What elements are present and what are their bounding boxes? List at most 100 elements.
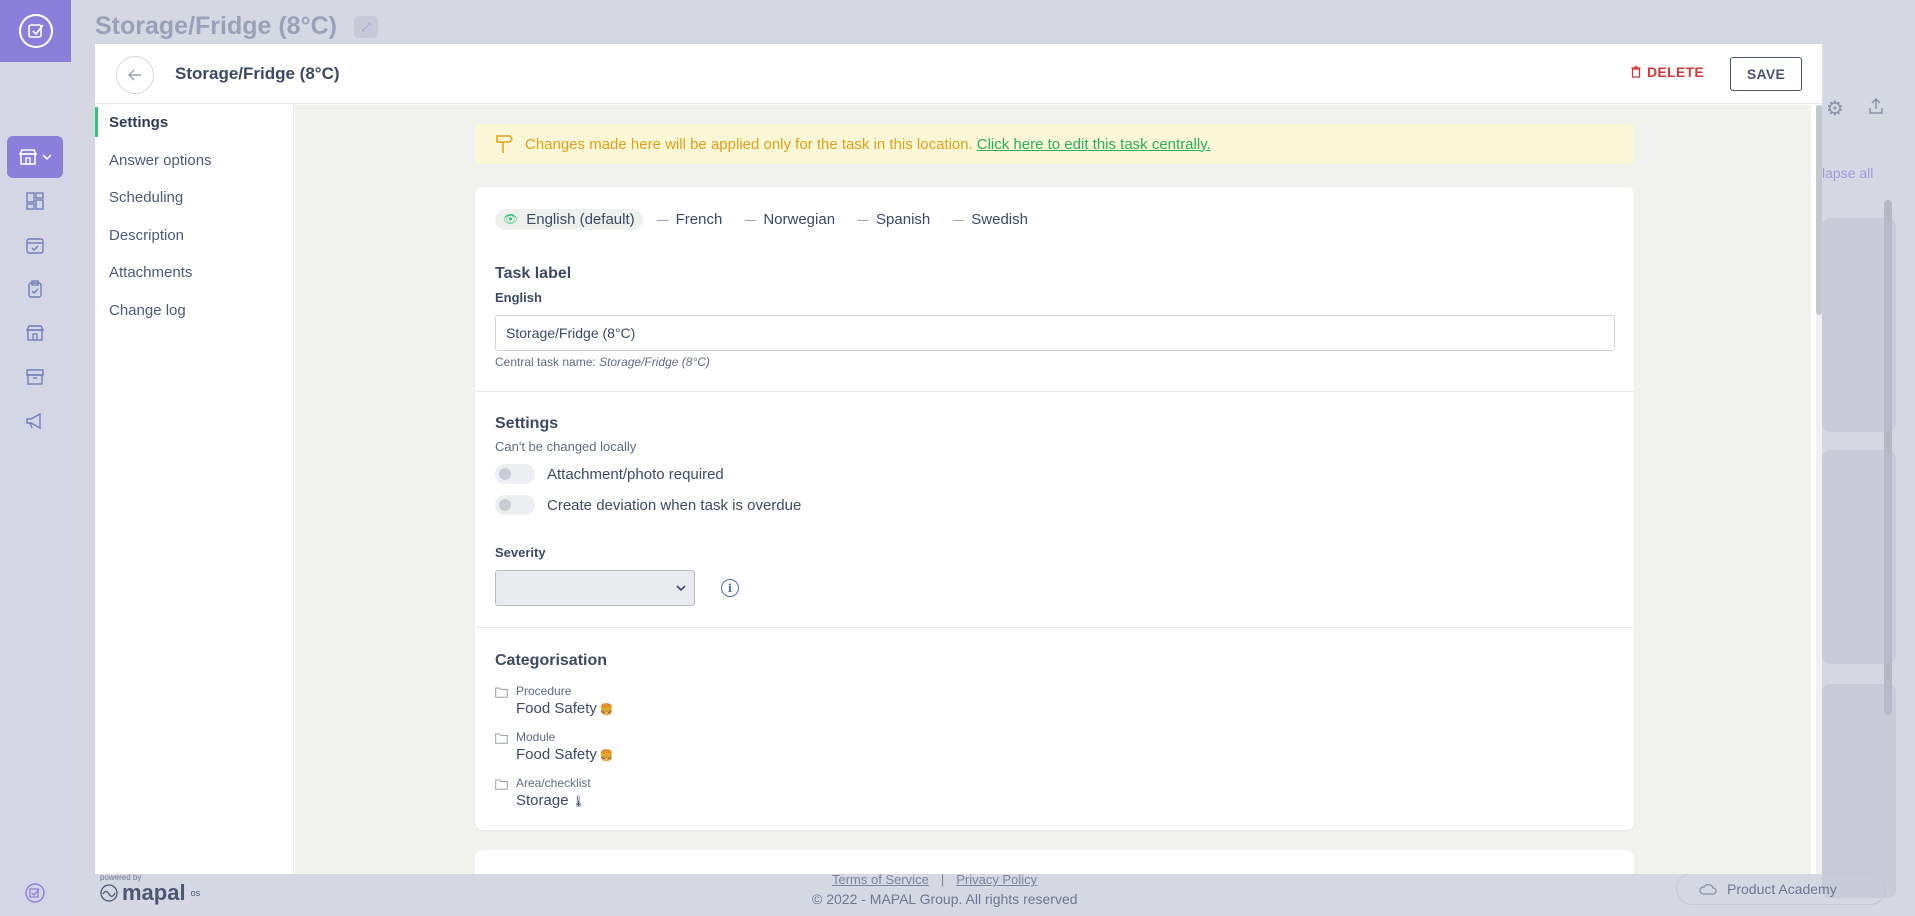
attachment-required-row: Attachment/photo required [495, 464, 724, 484]
category-value: Food Safety [516, 746, 597, 763]
expand-icon[interactable]: ⤢ [354, 16, 378, 38]
task-label-heading: Task label [495, 265, 572, 282]
tab-norwegian[interactable]: --- Norwegian [744, 211, 835, 228]
modal-header: Storage/Fridge (8°C) DELETE SAVE [95, 44, 1822, 104]
brand-text: mapal [122, 880, 186, 905]
folder-icon [495, 733, 508, 744]
wave-icon [100, 884, 118, 902]
calendar-check-icon[interactable] [24, 234, 46, 256]
dash-icon: --- [952, 211, 964, 227]
store-nav-icon[interactable] [24, 322, 46, 344]
chevron-down-icon [676, 585, 686, 592]
divider [475, 391, 1634, 392]
checklist-small-icon[interactable] [24, 882, 46, 904]
edit-centrally-link[interactable]: Click here to edit this task centrally. [977, 136, 1211, 153]
delete-label: DELETE [1647, 64, 1705, 80]
trash-icon [1631, 66, 1641, 78]
terms-link[interactable]: Terms of Service [832, 872, 929, 887]
back-button[interactable] [116, 56, 154, 94]
settings-side-nav: Settings Answer options Scheduling Descr… [95, 105, 294, 874]
dash-icon: --- [744, 211, 756, 227]
category-name: Procedure [516, 684, 572, 698]
dashboard-icon[interactable] [24, 190, 46, 212]
category-procedure: Procedure Food Safety 🍔 [495, 684, 614, 717]
tab-swedish[interactable]: --- Swedish [952, 211, 1028, 228]
toggle-label: Attachment/photo required [547, 465, 724, 483]
next-section-card [475, 850, 1634, 874]
category-name: Area/checklist [516, 776, 591, 790]
upload-icon[interactable] [1866, 96, 1890, 118]
deviation-overdue-row: Create deviation when task is overdue [495, 495, 801, 515]
category-name: Module [516, 730, 556, 744]
settings-card: 👁 English (default) --- French --- Norwe… [475, 187, 1634, 830]
clipboard-icon[interactable] [24, 278, 46, 300]
checklist-logo-icon [18, 14, 53, 48]
tab-label: Norwegian [763, 210, 836, 228]
settings-note: Can't be changed locally [495, 439, 637, 454]
burger-icon: 🍔 [599, 704, 614, 716]
tab-spanish[interactable]: --- Spanish [857, 211, 930, 228]
background-scrollbar[interactable] [1884, 200, 1892, 715]
modal-title: Storage/Fridge (8°C) [175, 64, 340, 83]
category-module: Module Food Safety 🍔 [495, 730, 614, 763]
product-academy-label: Product Academy [1727, 881, 1837, 897]
burger-icon: 🍔 [599, 750, 614, 762]
arrow-left-icon [128, 69, 141, 81]
tab-label: French [675, 210, 723, 228]
settings-heading: Settings [495, 415, 559, 432]
task-label-input[interactable] [495, 315, 1615, 351]
product-academy-button[interactable]: Product Academy [1676, 873, 1886, 905]
footer-links: Terms of Service | Privacy Policy [832, 872, 1037, 887]
gear-icon[interactable]: ⚙ [1826, 96, 1850, 120]
nav-item-change-log[interactable]: Change log [95, 295, 294, 325]
save-button[interactable]: SAVE [1730, 57, 1802, 91]
cloud-icon [1699, 883, 1717, 895]
location-switcher[interactable] [7, 136, 63, 178]
settings-content: Changes made here will be applied only f… [295, 105, 1811, 874]
nav-item-answer-options[interactable]: Answer options [95, 145, 294, 175]
background-card [1822, 684, 1896, 898]
thermometer-icon: 🌡 [571, 796, 586, 808]
signpost-icon [496, 135, 513, 153]
scrollbar-thumb[interactable] [1816, 105, 1822, 315]
tab-french[interactable]: --- French [657, 211, 723, 228]
dash-icon: --- [857, 211, 869, 227]
left-rail [0, 0, 71, 916]
eye-icon: 👁 [503, 212, 519, 226]
copyright-text: © 2022 - MAPAL Group. All rights reserve… [812, 891, 1078, 907]
dash-icon: --- [656, 211, 669, 227]
toggle-label: Create deviation when task is overdue [547, 496, 802, 514]
category-value: Food Safety [516, 700, 597, 717]
hint-value: Storage/Fridge (8°C) [599, 355, 710, 369]
attachment-required-toggle[interactable] [495, 464, 535, 484]
severity-select[interactable] [495, 570, 695, 606]
nav-item-attachments[interactable]: Attachments [95, 257, 294, 287]
folder-icon [495, 687, 508, 698]
categorisation-heading: Categorisation [495, 652, 608, 669]
modal-scrollbar[interactable] [1816, 105, 1822, 874]
chevron-down-icon [42, 154, 52, 161]
brand-suffix: os [190, 888, 201, 898]
task-label-language: English [495, 290, 542, 305]
app-logo[interactable] [0, 0, 71, 62]
tab-english[interactable]: 👁 English (default) [495, 208, 643, 230]
info-icon[interactable]: i [721, 579, 739, 597]
local-change-banner: Changes made here will be applied only f… [475, 124, 1634, 164]
collapse-all-link[interactable]: lapse all [1822, 165, 1873, 181]
nav-item-description[interactable]: Description [95, 220, 294, 250]
footer-separator: | [940, 872, 945, 887]
delete-button[interactable]: DELETE [1631, 64, 1704, 80]
central-task-name: Central task name: Storage/Fridge (8°C) [495, 355, 710, 369]
megaphone-icon[interactable] [24, 410, 46, 432]
category-area-checklist: Area/checklist Storage 🌡 [495, 776, 591, 809]
task-edit-modal: Storage/Fridge (8°C) DELETE SAVE Setting… [95, 44, 1822, 874]
store-icon [18, 149, 38, 165]
privacy-link[interactable]: Privacy Policy [956, 872, 1037, 887]
nav-item-settings[interactable]: Settings [95, 107, 294, 137]
category-value: Storage [516, 792, 569, 809]
deviation-overdue-toggle[interactable] [495, 495, 535, 515]
mapal-logo: mapal os [100, 880, 200, 906]
archive-icon[interactable] [24, 366, 46, 388]
nav-item-scheduling[interactable]: Scheduling [95, 182, 294, 212]
severity-label: Severity [495, 545, 546, 560]
